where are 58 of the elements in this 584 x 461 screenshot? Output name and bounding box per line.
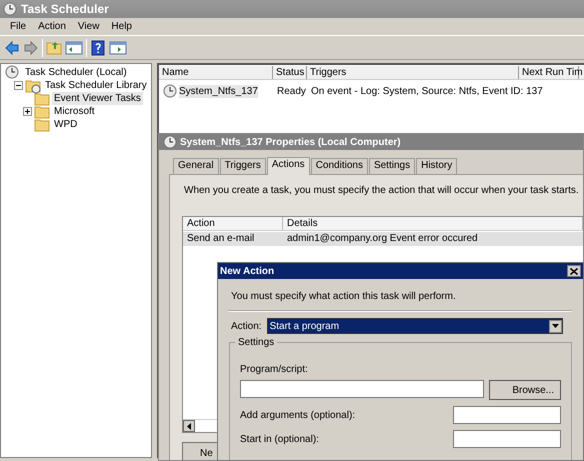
table-cell: Ready: [277, 84, 306, 98]
forward-icon[interactable]: [23, 40, 39, 56]
tab[interactable]: History: [416, 158, 458, 174]
tab[interactable]: Triggers: [220, 158, 266, 174]
tree-item[interactable]: Task Scheduler (Local): [23, 66, 129, 79]
library-icon: [25, 78, 41, 94]
menu-item[interactable]: Help: [105, 20, 138, 33]
input-field[interactable]: [453, 430, 561, 448]
table-cell: On event - Log: System, Source: Ntfs, Event ID: 137: [311, 84, 543, 98]
caret-icon: [552, 324, 559, 328]
field-label: Program/script:: [240, 363, 309, 376]
folder-icon: [34, 116, 50, 132]
tree-item[interactable]: Task Scheduler Library: [43, 79, 149, 92]
field-label: Start in (optional):: [240, 432, 319, 446]
column-header[interactable]: Triggers: [307, 66, 519, 79]
scroll-button[interactable]: [183, 420, 195, 432]
column-header[interactable]: Name: [159, 66, 273, 79]
back-icon[interactable]: [4, 40, 20, 56]
dialog-title: System_Ntfs_137 Properties (Local Computer): [180, 136, 401, 148]
tree-item[interactable]: Event Viewer Tasks: [52, 92, 143, 105]
column-header[interactable]: Status: [273, 66, 307, 79]
menu-item[interactable]: File: [4, 20, 32, 33]
group-label: Settings: [235, 336, 278, 349]
menu-item[interactable]: Action: [32, 20, 72, 33]
tree-item[interactable]: Microsoft: [52, 105, 97, 118]
window-title: Task Scheduler: [21, 2, 109, 16]
clock-icon: [3, 2, 17, 16]
input-field[interactable]: [453, 406, 561, 424]
description-text: You must specify what action this task will perform.: [231, 290, 457, 303]
tab[interactable]: Conditions: [310, 158, 368, 174]
tab[interactable]: Actions: [266, 157, 310, 175]
folder-icon: [34, 104, 50, 120]
pane-icon[interactable]: [65, 40, 83, 56]
pane-icon[interactable]: [109, 40, 127, 56]
action-dropdown[interactable]: Start a program: [266, 318, 563, 334]
column-header[interactable]: Action: [183, 217, 283, 230]
field-label: Action:: [231, 320, 262, 332]
folder-icon[interactable]: [46, 40, 62, 56]
collapse-icon[interactable]: [14, 81, 23, 90]
help-icon[interactable]: [90, 40, 106, 56]
tab[interactable]: Settings: [368, 158, 416, 174]
description-text: When you create a task, you must specify the action that will occur when your task starts.: [184, 184, 580, 197]
browse-button[interactable]: Browse...: [489, 380, 561, 400]
column-header[interactable]: Details: [283, 217, 583, 230]
close-icon: [570, 268, 578, 274]
close-button[interactable]: [567, 265, 581, 277]
table-row[interactable]: Send an e-mail admin1@company.org Event error occured: [183, 232, 583, 246]
field-label: Add arguments (optional):: [240, 408, 356, 422]
table-cell: System_Ntfs_137: [179, 84, 258, 98]
clock-icon: [163, 84, 177, 98]
folder-icon: [34, 90, 50, 106]
tab[interactable]: General: [173, 158, 219, 174]
tree-item[interactable]: WPD: [52, 118, 80, 131]
left-arrow-icon: [187, 422, 191, 430]
menu-item[interactable]: View: [72, 20, 106, 33]
expand-icon[interactable]: [23, 107, 32, 116]
input-field[interactable]: [240, 380, 484, 398]
dialog-title: New Action: [220, 264, 274, 278]
